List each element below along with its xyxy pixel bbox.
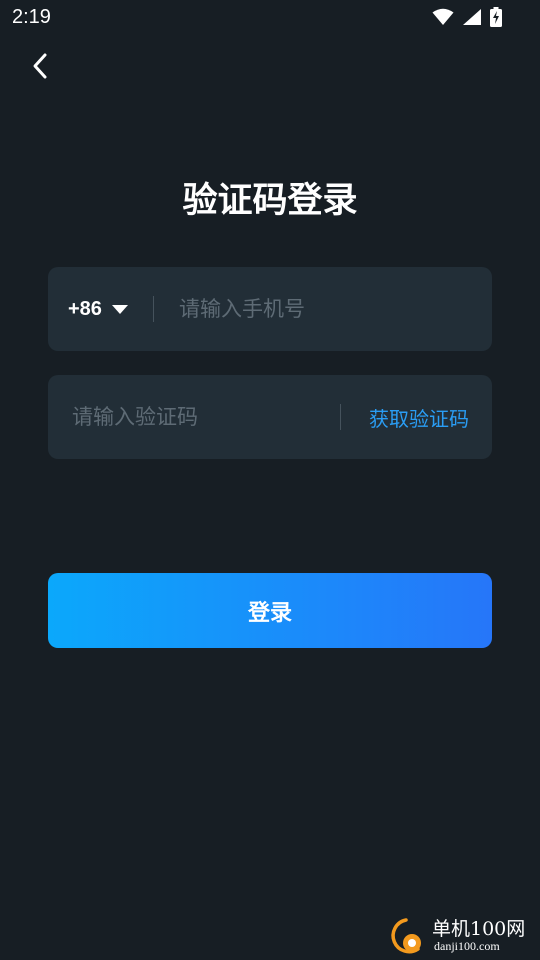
code-field: 获取验证码 <box>48 375 492 459</box>
country-code-label: +86 <box>68 297 102 320</box>
phone-field: +86 <box>48 267 492 351</box>
country-code-selector[interactable]: +86 <box>68 267 128 351</box>
page-title: 验证码登录 <box>182 181 358 221</box>
back-button[interactable] <box>22 50 58 86</box>
status-icons <box>432 7 502 31</box>
watermark: 单机100网 danji100.com <box>386 912 536 958</box>
get-code-button[interactable]: 获取验证码 <box>369 375 469 459</box>
status-time: 2:19 <box>12 6 51 28</box>
phone-number-input[interactable] <box>179 267 469 351</box>
status-bar: 2:19 <box>0 0 540 36</box>
country-code-divider <box>153 296 154 322</box>
watermark-title: 单机100网 <box>432 918 526 940</box>
wifi-icon <box>432 8 454 30</box>
watermark-url: danji100.com <box>434 939 500 953</box>
watermark-logo-icon <box>386 916 426 956</box>
chevron-left-icon <box>31 52 49 84</box>
battery-charging-icon <box>490 7 502 31</box>
caret-down-icon <box>111 300 128 319</box>
verification-code-input[interactable] <box>72 375 332 459</box>
cellular-signal-icon <box>462 8 482 30</box>
login-button[interactable]: 登录 <box>48 573 492 648</box>
get-code-divider <box>340 404 341 430</box>
